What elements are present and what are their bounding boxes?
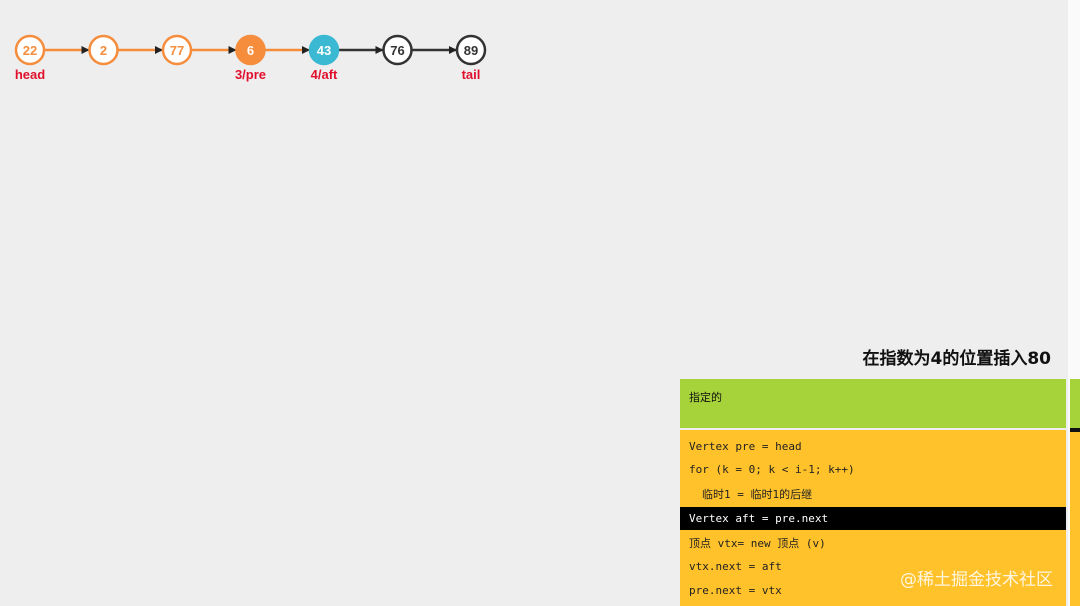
linked-list-canvas: 22 head 2 77 6 3/pre 43 4/aft 76 89 tail xyxy=(14,34,487,82)
strip-status-segment xyxy=(1070,379,1080,428)
code-line-5: 顶点 vtx= new 顶点 (v) xyxy=(689,537,826,550)
node-pointer-label: tail xyxy=(462,67,481,82)
list-node-6: 76 xyxy=(382,34,413,66)
list-node-7: 89 tail xyxy=(455,34,487,82)
code-line-2: for (k = 0; k < i-1; k++) xyxy=(689,463,855,476)
list-node-1: 22 head xyxy=(14,34,46,82)
node-value: 6 xyxy=(247,43,254,58)
node-value: 2 xyxy=(100,43,107,58)
code-line-4-active: Vertex aft = pre.next xyxy=(680,507,1066,530)
node-value: 89 xyxy=(464,43,478,58)
list-node-5: 43 4/aft xyxy=(308,34,340,82)
node-value: 76 xyxy=(390,43,404,58)
node-value: 43 xyxy=(317,43,331,58)
list-node-2: 2 xyxy=(88,34,119,66)
code-line-1: Vertex pre = head xyxy=(689,440,802,453)
list-node-4: 6 3/pre xyxy=(235,34,266,82)
status-text: 指定的 xyxy=(689,391,722,404)
operation-title: 在指数为4的位置插入80 xyxy=(862,349,1052,369)
strip-code-segment xyxy=(1070,432,1080,606)
node-pointer-label: 3/pre xyxy=(235,67,266,82)
watermark-text: @稀土掘金技术社区 xyxy=(900,570,1053,590)
node-pointer-label: 4/aft xyxy=(311,67,338,82)
list-node-3: 77 xyxy=(161,34,193,66)
node-value: 22 xyxy=(23,43,37,58)
status-panel: 指定的 xyxy=(680,379,1066,428)
right-edge-strip xyxy=(1068,0,1080,606)
node-value: 77 xyxy=(170,43,184,58)
node-pointer-label: head xyxy=(15,67,45,82)
code-line-3: 临时1 = 临时1的后继 xyxy=(702,488,813,501)
